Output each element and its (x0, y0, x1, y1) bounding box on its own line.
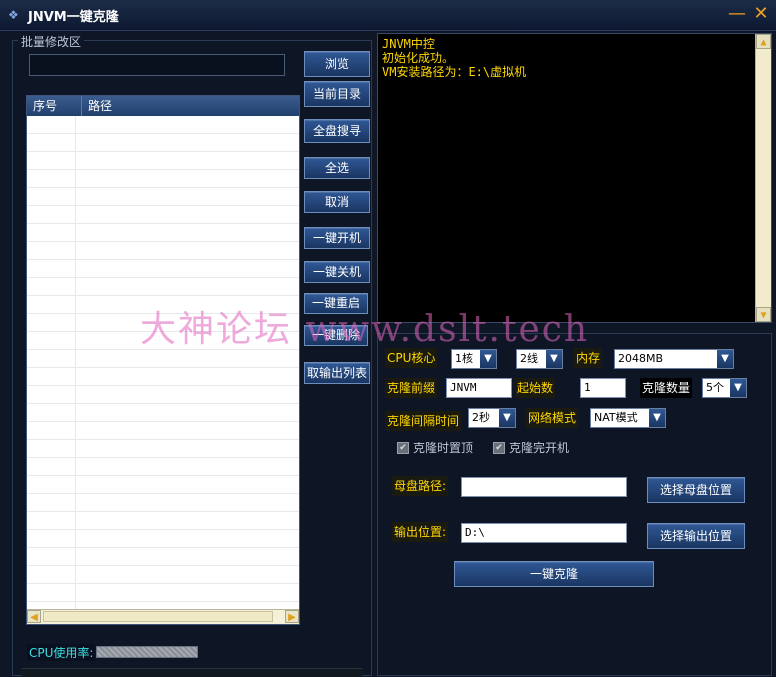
batch-edit-group-label: 批量修改区 (18, 33, 85, 50)
scrollbar-thumb[interactable] (43, 611, 273, 622)
memory-value: 2048MB (618, 352, 664, 365)
chevron-down-icon[interactable]: ▼ (649, 409, 665, 427)
log-line: 初始化成功。 (382, 51, 455, 65)
chevron-down-icon[interactable]: ▼ (499, 409, 515, 427)
title-bar: ❖ JNVM一键克隆 — ✕ (0, 0, 776, 31)
delete-all-button[interactable]: 一键删除 (304, 325, 368, 346)
cancel-button[interactable]: 取消 (304, 191, 370, 213)
clone-interval-value: 2秒 (472, 411, 490, 424)
clone-interval-label: 克隆间隔时间 (385, 411, 462, 431)
app-icon: ❖ (8, 8, 19, 22)
boot-after-clone-checkbox[interactable]: ✔ (493, 442, 505, 454)
scroll-down-icon[interactable]: ▼ (756, 307, 771, 322)
scroll-up-icon[interactable]: ▲ (756, 34, 771, 49)
chevron-down-icon[interactable]: ▼ (546, 350, 562, 368)
one-click-clone-button[interactable]: 一键克隆 (454, 561, 654, 587)
disk-path-label: 母盘路径: (392, 476, 449, 496)
thread-value: 2线 (520, 352, 538, 365)
vm-list[interactable]: 序号 路径 ◀ ▶ (26, 95, 300, 625)
clone-count-value: 5个 (706, 381, 724, 394)
cpu-core-value: 1核 (455, 352, 473, 365)
cpu-core-select[interactable]: 1核 ▼ (451, 349, 497, 369)
chevron-down-icon[interactable]: ▼ (480, 350, 496, 368)
start-number-input[interactable]: 1 (580, 378, 626, 398)
cpu-usage-label: CPU使用率: (27, 644, 96, 661)
restart-all-button[interactable]: 一键重启 (304, 293, 368, 314)
boot-after-clone-label: 克隆完开机 (509, 441, 570, 455)
vm-list-body[interactable] (27, 116, 299, 610)
vertical-scrollbar[interactable]: ▲ ▼ (755, 34, 771, 322)
memory-label: 内存 (574, 348, 603, 368)
thread-select[interactable]: 2线 ▼ (516, 349, 563, 369)
output-location-input[interactable]: D:\ (461, 523, 627, 543)
chevron-down-icon[interactable]: ▼ (730, 379, 746, 397)
choose-output-button[interactable]: 选择输出位置 (647, 523, 745, 549)
clone-prefix-input[interactable]: JNVM (446, 378, 512, 398)
disk-path-input[interactable] (461, 477, 627, 497)
top-on-clone-label: 克隆时置顶 (413, 441, 474, 455)
log-line: VM安装路径为：E:\虚拟机 (382, 65, 527, 79)
clone-interval-select[interactable]: 2秒 ▼ (468, 408, 516, 428)
column-header-index[interactable]: 序号 (27, 96, 82, 116)
column-header-path[interactable]: 路径 (82, 96, 112, 116)
get-output-list-button[interactable]: 取输出列表 (304, 362, 370, 384)
cpu-core-label: CPU核心 (385, 348, 438, 368)
network-mode-label: 网络模式 (526, 408, 579, 428)
log-console[interactable]: JNVM中控 初始化成功。 VM安装路径为：E:\虚拟机 ▲ ▼ (377, 33, 772, 323)
vm-list-header: 序号 路径 (27, 96, 299, 116)
network-mode-value: NAT模式 (594, 411, 638, 424)
browse-button[interactable]: 浏览 (304, 51, 370, 77)
full-disk-search-button[interactable]: 全盘搜寻 (304, 119, 370, 143)
power-on-all-button[interactable]: 一键开机 (304, 227, 370, 249)
choose-disk-button[interactable]: 选择母盘位置 (647, 477, 745, 503)
clone-prefix-label: 克隆前缀 (385, 378, 438, 398)
close-button[interactable]: ✕ (750, 2, 772, 26)
clone-count-select[interactable]: 5个 ▼ (702, 378, 747, 398)
column-divider (75, 116, 76, 610)
log-line: JNVM中控 (382, 37, 435, 51)
vm-path-input[interactable] (29, 54, 285, 76)
scroll-right-icon[interactable]: ▶ (285, 610, 299, 623)
select-all-button[interactable]: 全选 (304, 157, 370, 179)
output-location-label: 输出位置: (392, 522, 449, 542)
cpu-usage-bar (96, 646, 198, 658)
memory-select[interactable]: 2048MB ▼ (614, 349, 734, 369)
chevron-down-icon[interactable]: ▼ (717, 350, 733, 368)
window-title: JNVM一键克隆 (28, 10, 119, 25)
top-on-clone-checkbox[interactable]: ✔ (397, 442, 409, 454)
horizontal-scrollbar[interactable]: ◀ ▶ (27, 609, 299, 624)
clone-count-label: 克隆数量 (640, 378, 693, 398)
minimize-button[interactable]: — (726, 2, 748, 26)
network-mode-select[interactable]: NAT模式 ▼ (590, 408, 666, 428)
start-number-label: 起始数 (515, 378, 556, 398)
power-off-all-button[interactable]: 一键关机 (304, 261, 370, 283)
scroll-left-icon[interactable]: ◀ (27, 610, 41, 623)
current-directory-button[interactable]: 当前目录 (304, 81, 370, 107)
